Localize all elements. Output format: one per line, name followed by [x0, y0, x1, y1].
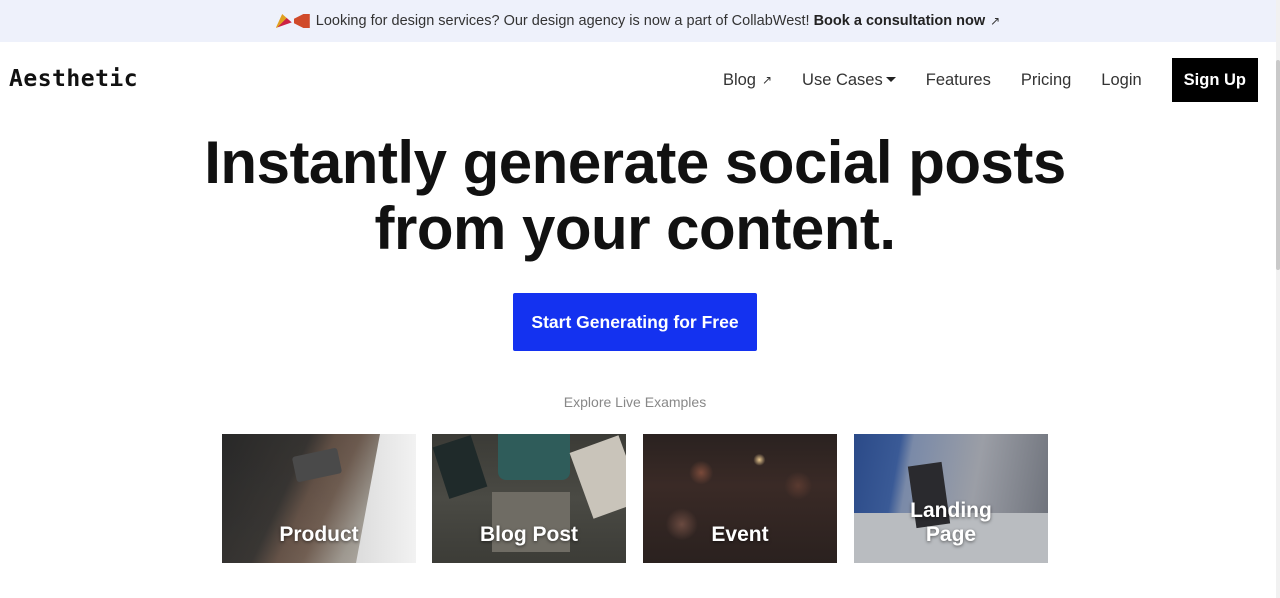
arrow-up-right-icon: ↗ [761, 73, 773, 87]
examples-grid: Product Blog Post Event Landing Page [222, 434, 1048, 564]
example-label: Product [279, 523, 359, 546]
announcement-bar: Looking for design services? Our design … [0, 0, 1276, 42]
arrow-up-right-icon: ↗ [990, 14, 1001, 28]
logo[interactable]: Aesthetic [9, 66, 138, 92]
hero-title: Instantly generate social posts from you… [0, 130, 1270, 262]
example-card-product[interactable]: Product [222, 434, 416, 563]
example-label: Event [711, 523, 769, 546]
consultation-link[interactable]: Book a consultation now [814, 13, 986, 29]
nav-use-cases[interactable]: Use Cases [802, 71, 896, 90]
nav-menu: Blog ↗ Use Cases Features Pricing Login … [693, 58, 1258, 102]
announcement-text: Looking for design services? Our design … [315, 13, 810, 29]
nav-blog[interactable]: Blog ↗ [723, 71, 772, 90]
announcement-emoji [275, 14, 310, 28]
example-card-blog-post[interactable]: Blog Post [432, 434, 626, 563]
nav-features[interactable]: Features [926, 71, 991, 90]
example-card-event[interactable]: Event [643, 434, 837, 563]
start-generating-button[interactable]: Start Generating for Free [513, 293, 757, 351]
hero-title-line-1: Instantly generate social posts [204, 129, 1066, 196]
nav-use-cases-label: Use Cases [802, 70, 883, 89]
party-popper-icon [275, 14, 292, 28]
example-card-landing-page[interactable]: Landing Page [854, 434, 1048, 563]
megaphone-icon [293, 14, 310, 28]
nav-blog-label: Blog [722, 70, 756, 89]
hero-title-line-2: from your content. [374, 195, 896, 262]
signup-button[interactable]: Sign Up [1171, 58, 1258, 102]
caret-down-icon [885, 76, 896, 82]
example-label: Blog Post [480, 523, 578, 546]
explore-label: Explore Live Examples [563, 394, 707, 410]
top-navigation: Aesthetic Blog ↗ Use Cases Features Pric… [0, 42, 1276, 118]
example-label: Landing Page [910, 499, 992, 546]
scrollbar-thumb[interactable] [1276, 60, 1280, 270]
nav-login[interactable]: Login [1101, 71, 1141, 90]
typewriter-shape [498, 434, 570, 480]
scrollbar[interactable] [1276, 0, 1280, 598]
nav-pricing[interactable]: Pricing [1021, 71, 1071, 90]
